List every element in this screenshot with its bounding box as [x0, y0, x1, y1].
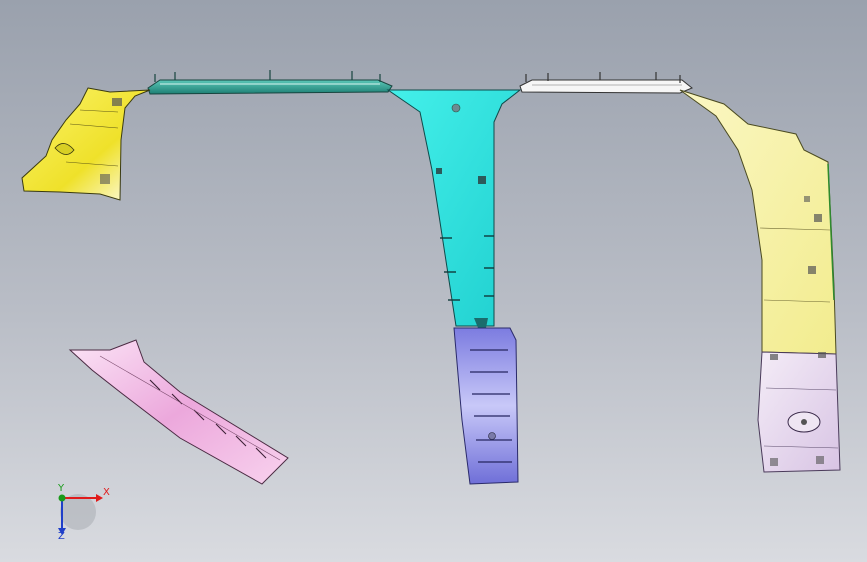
- z-axis-label: Z: [58, 531, 65, 542]
- model-scene: [21, 70, 841, 535]
- b-pillar-upper-trim[interactable]: [386, 89, 522, 328]
- a-pillar-upper-trim[interactable]: [21, 87, 151, 201]
- roof-rail-front[interactable]: [147, 70, 393, 95]
- roof-rail-rear[interactable]: [519, 72, 693, 94]
- a-pillar-lower-trim[interactable]: [68, 339, 289, 485]
- x-axis-label: X: [103, 487, 110, 498]
- y-axis-label: Y: [58, 483, 65, 494]
- c-pillar-upper-trim[interactable]: [679, 89, 837, 355]
- axis-triad: [58, 494, 103, 535]
- x-axis-arrow-icon: [96, 494, 103, 502]
- c-pillar-lower-trim[interactable]: [757, 351, 841, 473]
- cad-3d-viewport[interactable]: X Y Z: [0, 0, 867, 562]
- y-axis-dot-icon: [58, 494, 66, 502]
- b-pillar-lower-trim[interactable]: [453, 327, 519, 485]
